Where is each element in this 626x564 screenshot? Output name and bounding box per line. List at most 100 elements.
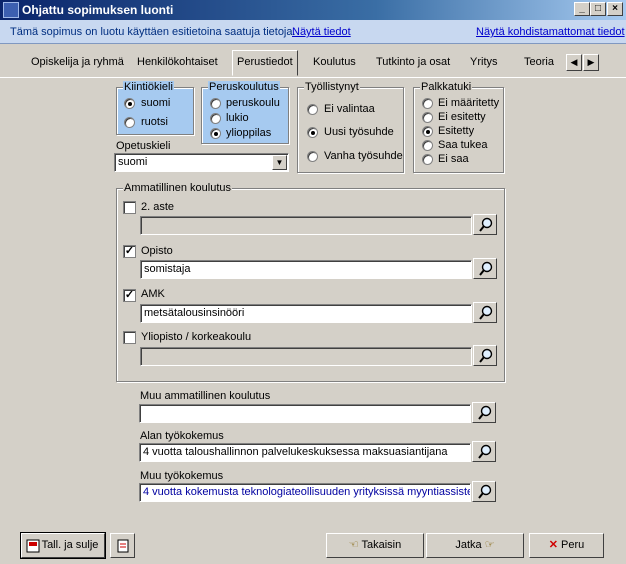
ei-maaritetty-radio[interactable] — [422, 98, 433, 109]
esitetty-label: Esitetty — [438, 125, 475, 137]
save-close-label: Tall. ja sulje — [41, 539, 99, 551]
cancel-label: Peru — [561, 539, 585, 551]
yliopisto-checkbox[interactable] — [123, 331, 136, 344]
hand-right-icon: ☞ — [484, 539, 495, 551]
amk-label: AMK — [141, 288, 165, 300]
ylioppilas-radio[interactable] — [210, 128, 221, 139]
tab-opiskelija[interactable]: Opiskelija ja ryhmä — [27, 52, 128, 74]
kiintiokieli-group: Kiintiökieli suomi ruotsi — [116, 81, 194, 135]
save-icon — [26, 539, 40, 553]
tab-henkilokohtaiset[interactable]: Henkilökohtaiset — [133, 52, 222, 74]
toinen-aste-label: 2. aste — [141, 201, 175, 213]
opetuskieli-label: Opetuskieli — [116, 140, 171, 152]
yliopisto-label: Yliopisto / korkeakoulu — [141, 331, 252, 343]
search-icon — [479, 261, 493, 276]
lukio-radio[interactable] — [210, 113, 221, 124]
tab-scroll-left-button[interactable]: ◀ — [566, 54, 582, 71]
alan-tyokokemus-field[interactable]: 4 vuotta taloushallinnon palvelukeskukse… — [139, 443, 471, 462]
maximize-button[interactable]: □ — [590, 2, 606, 16]
muu-ammatillinen-field[interactable] — [139, 404, 471, 423]
search-icon — [479, 305, 493, 320]
opetuskieli-value: suomi — [118, 156, 148, 168]
opisto-label: Opisto — [141, 245, 173, 257]
peruskoulu-radio[interactable] — [210, 98, 221, 109]
opisto-search-button[interactable] — [473, 258, 497, 279]
print-button[interactable] — [110, 533, 135, 558]
ei-esitetty-radio[interactable] — [422, 112, 433, 123]
back-button[interactable]: ☜ Takaisin — [326, 533, 424, 558]
ylioppilas-label: ylioppilas — [226, 127, 272, 139]
peruskoulutus-group: Peruskoulutus peruskoulu lukio ylioppila… — [201, 81, 289, 144]
kiintiokieli-ruotsi-radio[interactable] — [124, 117, 135, 128]
search-icon — [478, 484, 492, 499]
app-icon — [3, 2, 19, 18]
tab-teoria[interactable]: Teoria — [520, 52, 558, 74]
amk-checkbox[interactable]: ✓ — [123, 289, 136, 302]
saa-tukea-label: Saa tukea — [438, 139, 488, 151]
uusi-tyosuhde-radio[interactable] — [307, 127, 318, 138]
amk-field[interactable]: metsätalousinsinööri — [140, 304, 472, 323]
ei-saa-radio[interactable] — [422, 154, 433, 165]
lukio-label: lukio — [226, 112, 249, 124]
toinen-aste-field[interactable] — [140, 216, 472, 235]
close-button[interactable]: × — [607, 2, 623, 16]
tyollistynyt-legend: Työllistynyt — [304, 81, 360, 93]
muu-tyokokemus-search-button[interactable] — [472, 481, 496, 502]
yliopisto-search-button[interactable] — [473, 345, 497, 366]
show-unassigned-link[interactable]: Näytä kohdistamattomat tiedot — [476, 26, 625, 38]
ammatillinen-group: Ammatillinen koulutus 2. aste ✓ Opisto s… — [116, 182, 505, 382]
alan-tyokokemus-label: Alan työkokemus — [140, 430, 224, 442]
alan-tyokokemus-search-button[interactable] — [472, 441, 496, 462]
opisto-checkbox[interactable]: ✓ — [123, 245, 136, 258]
title-bar: Ohjattu sopimuksen luonti _ □ × — [0, 0, 626, 20]
tyollistynyt-group: Työllistynyt Ei valintaa Uusi työsuhde V… — [297, 81, 404, 173]
muu-ammatillinen-search-button[interactable] — [472, 402, 496, 423]
tab-strip: Opiskelija ja ryhmä Henkilökohtaiset Per… — [0, 48, 626, 78]
ei-maaritetty-label: Ei määritetty — [438, 97, 500, 109]
window-title: Ohjattu sopimuksen luonti — [22, 3, 174, 17]
kiintiokieli-suomi-label: suomi — [141, 97, 171, 109]
next-button[interactable]: Jatka ☞ — [426, 533, 524, 558]
show-info-link[interactable]: Näytä tiedot — [292, 26, 351, 38]
cancel-button[interactable]: ✕ Peru — [529, 533, 604, 558]
toinen-aste-checkbox[interactable] — [123, 201, 136, 214]
opisto-field[interactable]: somistaja — [140, 260, 472, 279]
ei-valintaa-radio[interactable] — [307, 104, 318, 115]
search-icon — [479, 217, 493, 232]
tab-perustiedot[interactable]: Perustiedot — [232, 50, 298, 76]
opetuskieli-select[interactable]: suomi ▼ — [114, 153, 289, 172]
info-bar: Tämä sopimus on luotu käyttäen esitietoi… — [0, 20, 626, 44]
tab-koulutus[interactable]: Koulutus — [309, 52, 360, 74]
toinen-aste-search-button[interactable] — [473, 214, 497, 235]
amk-search-button[interactable] — [473, 302, 497, 323]
save-close-button[interactable]: Tall. ja sulje — [20, 532, 106, 559]
document-icon — [117, 539, 129, 553]
kiintiokieli-suomi-radio[interactable] — [124, 98, 135, 109]
muu-ammatillinen-label: Muu ammatillinen koulutus — [140, 390, 271, 402]
hand-left-icon: ☜ — [348, 539, 359, 551]
vanha-tyosuhde-label: Vanha työsuhde — [324, 150, 403, 162]
search-icon — [478, 444, 492, 459]
minimize-button[interactable]: _ — [574, 2, 590, 16]
uusi-tyosuhde-label: Uusi työsuhde — [324, 126, 394, 138]
peruskoulu-label: peruskoulu — [226, 97, 280, 109]
palkkatuki-legend: Palkkatuki — [420, 81, 473, 93]
muu-tyokokemus-label: Muu työkokemus — [140, 470, 224, 482]
peruskoulutus-legend: Peruskoulutus — [208, 81, 280, 93]
ei-esitetty-label: Ei esitetty — [438, 111, 486, 123]
muu-tyokokemus-field[interactable]: 4 vuotta kokemusta teknologiateollisuude… — [139, 483, 471, 502]
palkkatuki-group: Palkkatuki Ei määritetty Ei esitetty Esi… — [413, 81, 504, 173]
saa-tukea-radio[interactable] — [422, 140, 433, 151]
chevron-down-icon[interactable]: ▼ — [272, 155, 287, 170]
cross-icon: ✕ — [548, 539, 558, 551]
ammatillinen-legend: Ammatillinen koulutus — [123, 182, 232, 194]
tab-yritys[interactable]: Yritys — [466, 52, 502, 74]
tab-scroll-right-button[interactable]: ▶ — [583, 54, 599, 71]
vanha-tyosuhde-radio[interactable] — [307, 151, 318, 162]
search-icon — [478, 405, 492, 420]
esitetty-radio[interactable] — [422, 126, 433, 137]
back-label: Takaisin — [361, 539, 402, 551]
kiintiokieli-legend: Kiintiökieli — [123, 81, 174, 93]
tab-tutkinto[interactable]: Tutkinto ja osat — [372, 52, 454, 74]
yliopisto-field[interactable] — [140, 347, 472, 366]
